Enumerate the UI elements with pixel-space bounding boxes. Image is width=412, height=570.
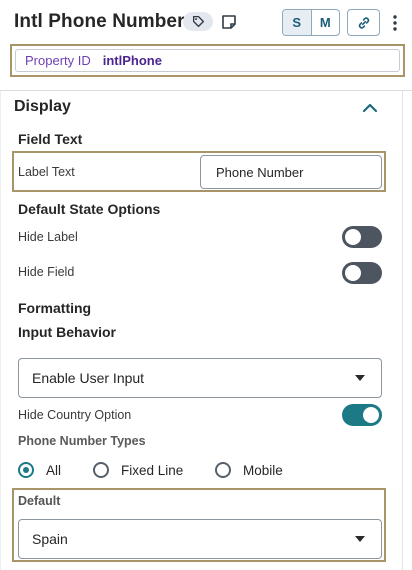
note-button[interactable] (220, 13, 238, 31)
toggle-knob (345, 229, 361, 245)
size-s-button[interactable]: S (283, 10, 312, 35)
display-section-title: Display (14, 98, 71, 115)
toggle-knob (363, 407, 379, 423)
input-behavior-select[interactable]: Enable User Input (18, 358, 382, 398)
caret-down-icon (355, 536, 365, 542)
caret-down-icon (355, 375, 365, 381)
default-country-value: Spain (32, 531, 68, 547)
field-text-heading: Field Text (18, 131, 83, 147)
page-title: Intl Phone Number (14, 11, 185, 32)
radio-fixed-line-label: Fixed Line (121, 462, 184, 478)
size-m-button[interactable]: M (312, 10, 340, 35)
more-vertical-icon (393, 15, 397, 31)
collapse-display-button[interactable] (360, 98, 380, 118)
toggle-knob (345, 265, 361, 281)
property-id-label: Property ID (25, 53, 91, 68)
hide-label-toggle[interactable] (342, 226, 382, 248)
more-button[interactable] (388, 11, 402, 35)
radio-all[interactable]: All (18, 461, 61, 479)
input-behavior-heading: Input Behavior (18, 324, 117, 340)
header: Intl Phone Number S M Property ID intlPh… (0, 0, 412, 90)
property-id-field[interactable]: Property ID intlPhone (15, 49, 400, 72)
hide-field-toggle[interactable] (342, 262, 382, 284)
radio-unchecked-icon (93, 462, 109, 478)
radio-mobile[interactable]: Mobile (215, 461, 283, 479)
tag-icon (192, 15, 204, 28)
radio-mobile-label: Mobile (243, 462, 283, 478)
property-id-value: intlPhone (102, 53, 162, 68)
label-text-label: Label Text (18, 165, 75, 179)
default-label: Default (18, 494, 61, 508)
radio-all-label: All (46, 462, 62, 478)
radio-fixed-line[interactable]: Fixed Line (93, 461, 183, 479)
property-id-highlight: Property ID intlPhone (10, 44, 405, 77)
hide-country-toggle[interactable] (342, 404, 382, 426)
link-button[interactable] (347, 9, 380, 36)
chevron-up-icon (362, 103, 378, 113)
note-icon (222, 15, 236, 29)
hide-label-label: Hide Label (18, 230, 78, 244)
radio-unchecked-icon (215, 462, 231, 478)
default-state-heading: Default State Options (18, 201, 161, 217)
formatting-heading: Formatting (18, 300, 92, 316)
radio-checked-icon (18, 462, 34, 478)
tag-button[interactable] (183, 12, 213, 31)
input-behavior-value: Enable User Input (32, 370, 145, 386)
phone-types-heading: Phone Number Types (18, 434, 146, 448)
hide-country-label: Hide Country Option (18, 408, 132, 422)
hide-field-label: Hide Field (18, 265, 75, 279)
default-country-select[interactable]: Spain (18, 519, 382, 559)
link-icon (358, 16, 369, 29)
size-toggle-group: S M (282, 9, 340, 36)
label-text-input[interactable]: Phone Number (200, 155, 382, 189)
